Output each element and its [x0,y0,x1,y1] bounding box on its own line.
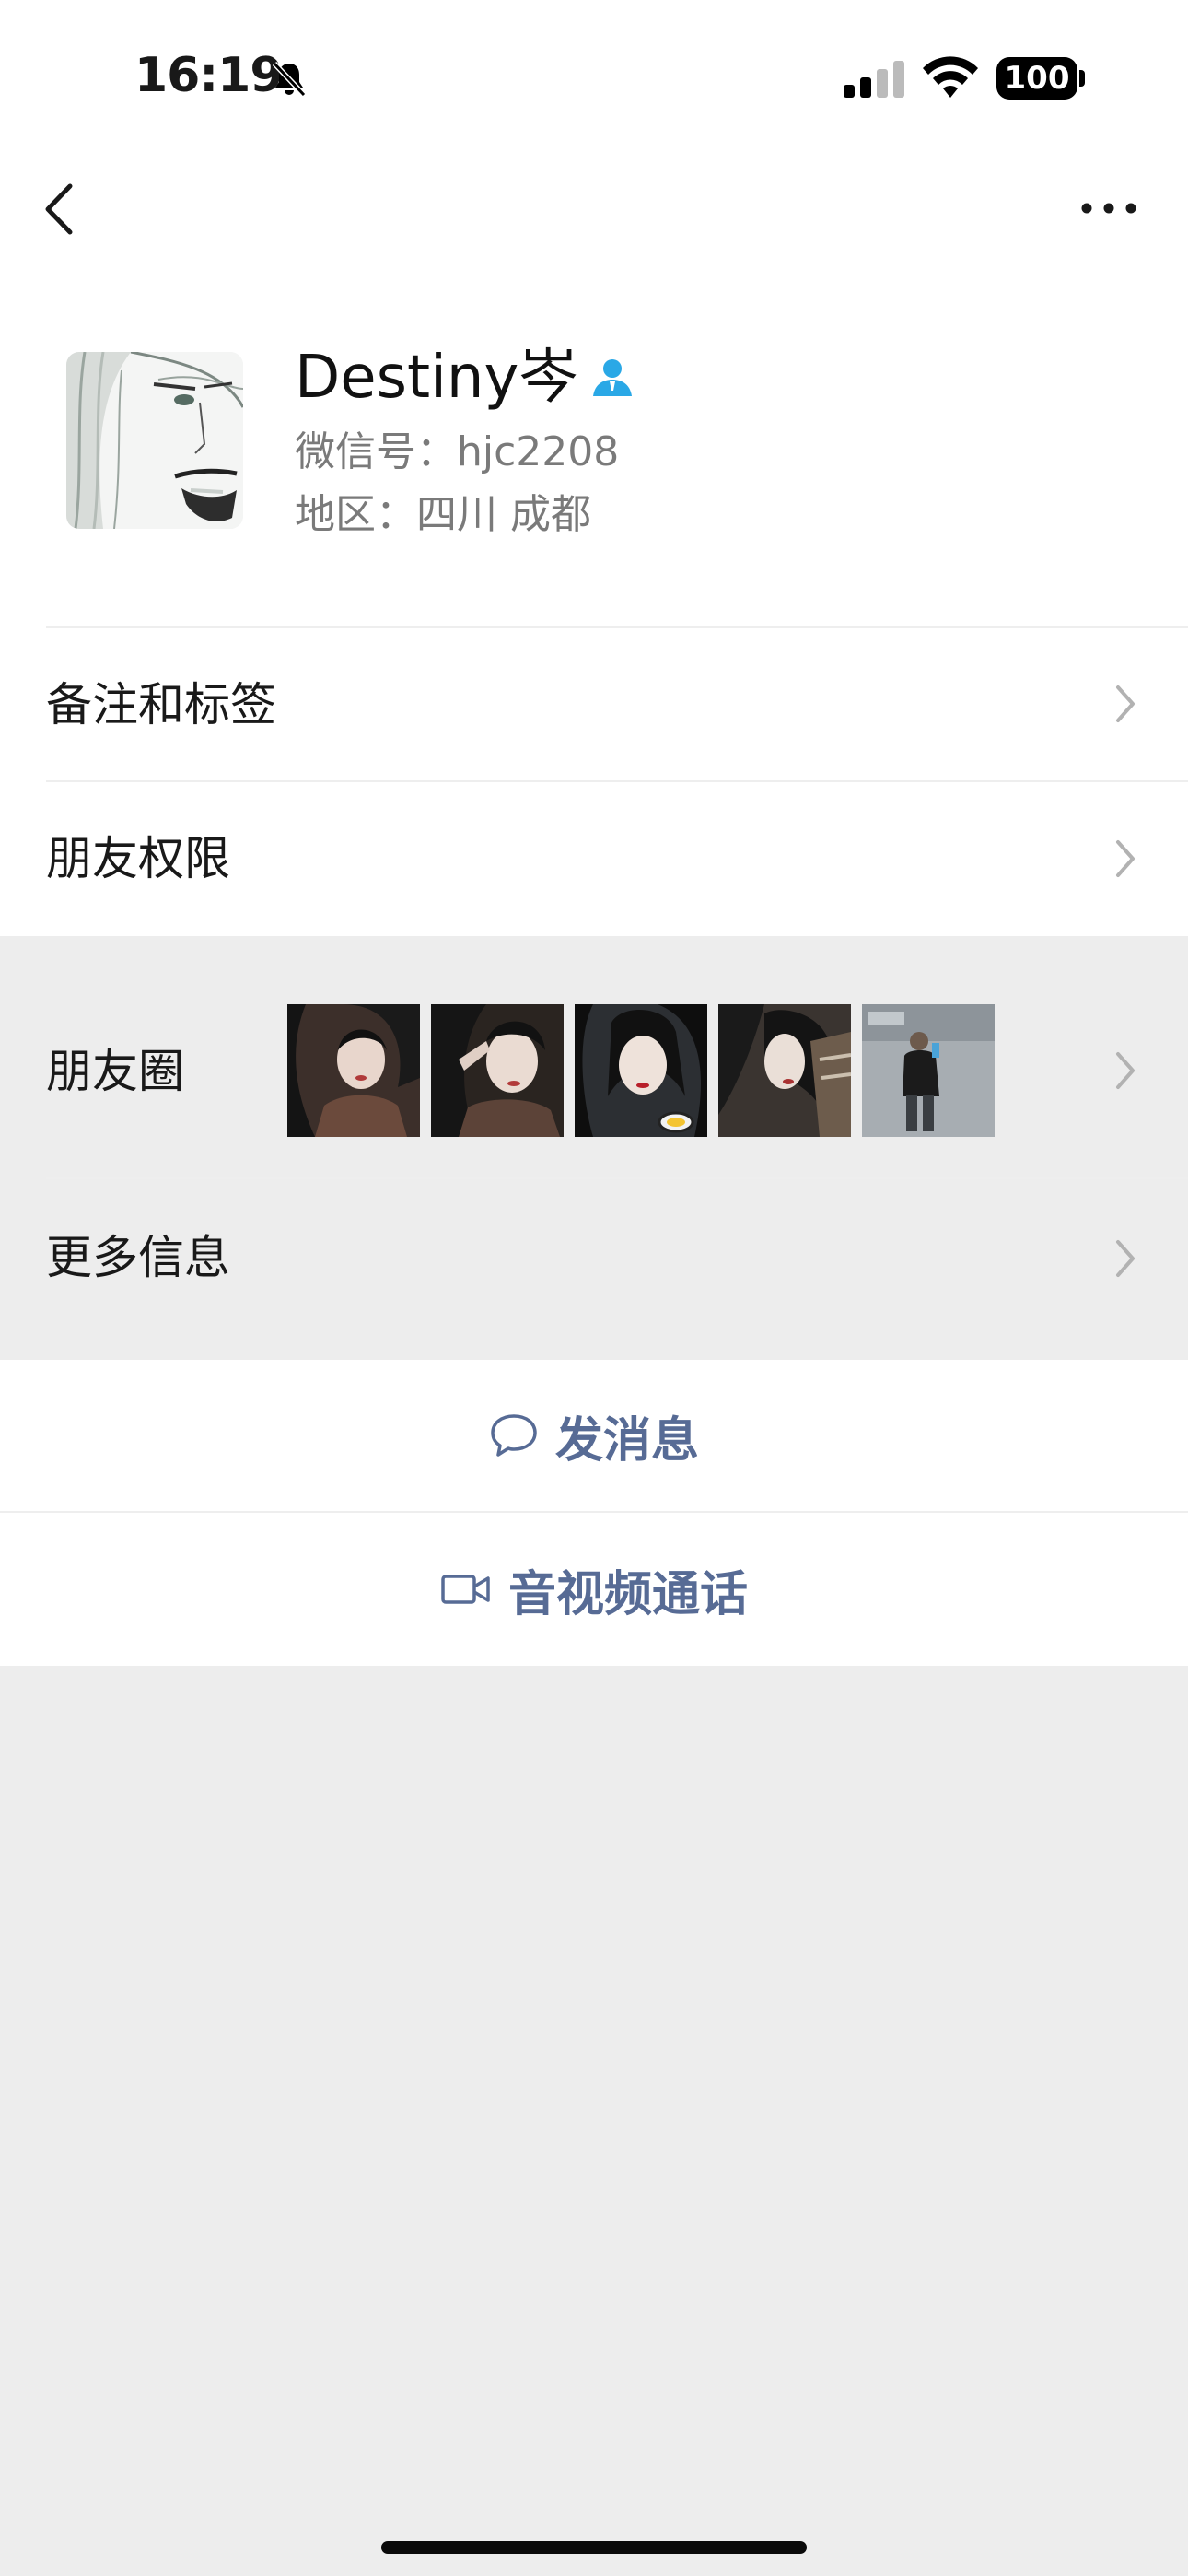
more-options-icon[interactable] [1079,193,1138,223]
back-chevron-icon[interactable] [37,179,83,240]
friend-permissions-label[interactable]: 朋友权限 [46,828,230,889]
moments-thumbnail[interactable] [718,1004,851,1137]
divider [46,1177,1188,1179]
send-message-label: 发消息 [554,1412,699,1469]
avatar[interactable] [66,352,243,529]
divider [46,780,1188,782]
moments-thumbnail[interactable] [287,1004,420,1137]
chevron-right-icon [1116,685,1135,722]
send-message-button[interactable]: 发消息 [0,1360,1188,1511]
home-indicator[interactable] [381,2541,807,2554]
moments-thumbnail[interactable] [575,1004,707,1137]
wifi-icon [923,56,978,98]
status-time: 16:19 [134,48,284,103]
battery-indicator: 100 [996,57,1077,100]
cellular-signal-icon [844,61,904,98]
divider [46,626,1188,628]
voice-video-call-label: 音视频通话 [507,1566,748,1622]
chevron-right-icon [1116,840,1135,877]
moments-thumbnail[interactable] [862,1004,995,1137]
region: 地区：四川 成都 [295,491,591,538]
muted-bell-icon [272,61,307,98]
contact-person-icon [593,359,632,396]
notes-tags-label[interactable]: 备注和标签 [46,674,276,735]
chevron-right-icon [1116,1240,1135,1277]
section-gap [0,1334,1188,1358]
battery-nub [1079,70,1085,87]
moments-thumbnail[interactable] [431,1004,564,1137]
chevron-right-icon [1116,1052,1135,1089]
more-info-label[interactable]: 更多信息 [46,1227,230,1288]
section-gap [0,936,1188,960]
moments-label[interactable]: 朋友圈 [46,1041,184,1102]
wechat-id: 微信号：hjc2208 [295,428,620,475]
chat-bubble-icon [491,1414,537,1457]
video-camera-icon [441,1575,490,1604]
voice-video-call-button[interactable]: 音视频通话 [0,1513,1188,1666]
contact-name: Destiny岑 [295,344,578,412]
